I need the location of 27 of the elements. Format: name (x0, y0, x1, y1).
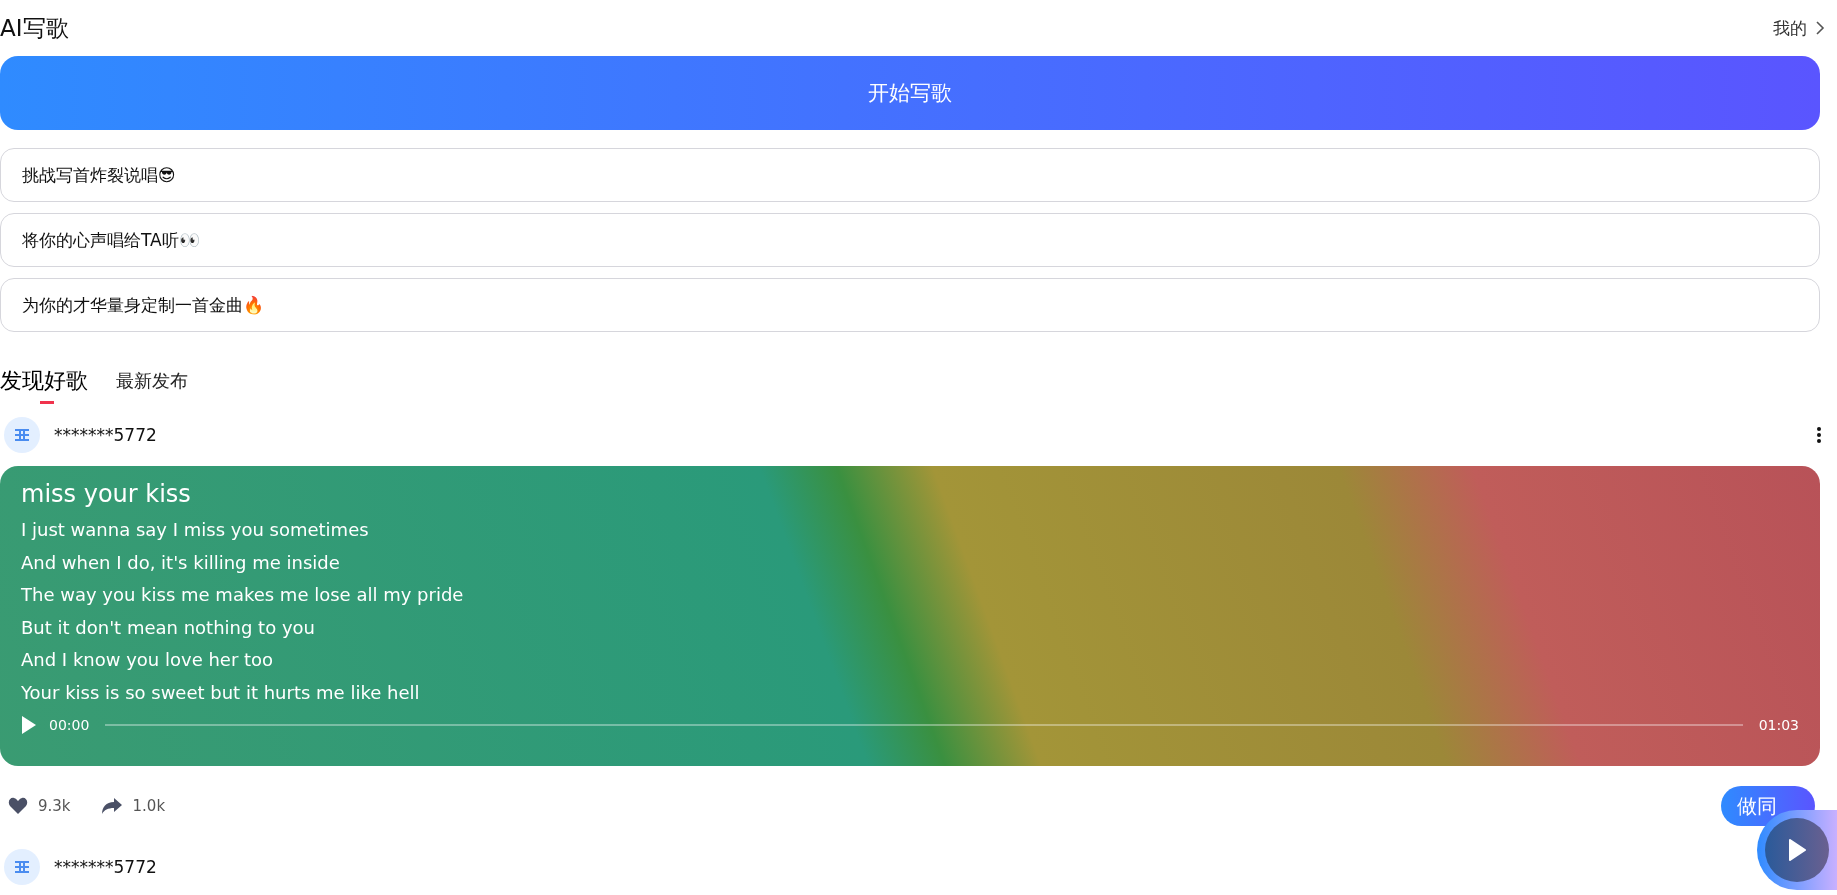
lyric-line: The way you kiss me makes me lose all my pride (21, 583, 465, 607)
avatar-icon (4, 849, 40, 885)
heart-icon[interactable] (8, 797, 28, 815)
lyric-line: And when I do, it's killing me inside (21, 550, 341, 575)
chevron-right-icon (1815, 20, 1825, 36)
prompt-suggestion[interactable]: 为你的才华量身定制一首金曲🔥 (0, 278, 1820, 332)
prompt-suggestion[interactable]: 将你的心声唱给TA听👀 (0, 213, 1820, 267)
user-name: *******5772 (54, 425, 158, 445)
play-icon[interactable] (21, 715, 37, 735)
like-count: 9.3k (38, 797, 71, 815)
lyric-line: I just wanna say I miss you sometimes (21, 518, 370, 542)
play-icon (1788, 839, 1806, 861)
song-title: miss your kiss (21, 480, 192, 508)
page-title: AI写歌 (0, 13, 69, 43)
more-icon[interactable] (1816, 426, 1822, 444)
prompt-suggestion[interactable]: 挑战写首炸裂说唱😎 (0, 148, 1820, 202)
lyric-line: And I know you love her too (21, 648, 275, 672)
share-icon[interactable] (100, 797, 123, 815)
my-link[interactable]: 我的 (1773, 16, 1837, 40)
current-time: 00:00 (49, 717, 90, 733)
start-writing-button[interactable]: 开始写歌 (0, 56, 1820, 130)
share-count: 1.0k (132, 797, 166, 815)
duration: 01:03 (1758, 717, 1799, 733)
lyric-line: But it don't mean nothing to you (21, 615, 316, 640)
lyric-line: Your kiss is so sweet but it hurts me like hell (21, 680, 421, 705)
avatar-icon (4, 417, 40, 453)
user-name: *******5772 (54, 857, 158, 877)
